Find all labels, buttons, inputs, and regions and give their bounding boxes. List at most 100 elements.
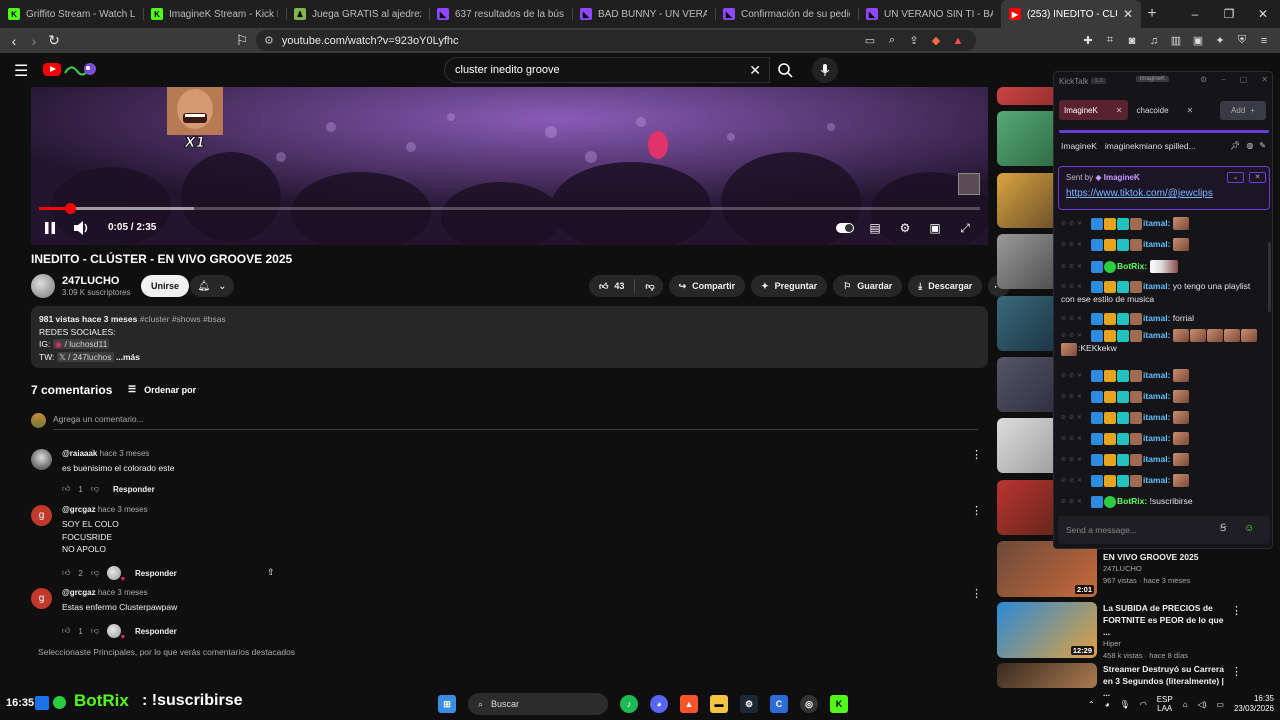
clock-date[interactable]: 16:35 23/03/2026 [1234, 694, 1274, 714]
mod-actions-icon[interactable]: ⊘⊘✕ [1061, 391, 1091, 403]
like-button[interactable]: 👍︎ 43 [599, 281, 624, 292]
minimize-icon[interactable]: – [1221, 75, 1225, 84]
chat-username[interactable]: BotRix: [1117, 261, 1147, 271]
thumbs-down-icon[interactable]: 👎︎ [91, 568, 99, 578]
chat-input[interactable]: Send a message... Ꞩ ☺ [1058, 516, 1270, 544]
unpin-icon[interactable]: ✎ [1259, 141, 1266, 150]
settings-icon[interactable]: ⚙ [1200, 75, 1207, 84]
show-more-link[interactable]: ...más [116, 352, 140, 362]
discord-tray-icon[interactable]: ◕ [1105, 700, 1110, 709]
scrubber-handle[interactable] [65, 203, 77, 214]
extension-icon[interactable]: ◆ [928, 34, 944, 47]
taskbar-search[interactable]: ⌕ Buscar [468, 693, 608, 715]
cast-icon[interactable]: ▭ [862, 34, 878, 47]
search-button[interactable] [770, 57, 800, 83]
recommendation-info[interactable]: La SUBIDA de PRECIOS de FORTNITE es PEOR… [1103, 602, 1228, 662]
browser-tab[interactable]: ◣ 637 resultados de la búsqueda [429, 0, 572, 28]
autoplay-toggle[interactable] [836, 219, 854, 237]
sidebar-icon[interactable]: ▥ [1168, 34, 1184, 47]
settings-icon[interactable]: ⚙ [896, 219, 914, 237]
search-icon[interactable]: ⌕ [884, 34, 900, 47]
tiktok-link[interactable]: https://www.tiktok.com/@jewclips [1066, 188, 1213, 199]
reload-icon[interactable]: ↻ [44, 32, 64, 49]
language-indicator[interactable]: ESP LAA [1157, 695, 1173, 713]
instagram-link[interactable]: ◉ / luchosd11 [52, 339, 110, 349]
mod-actions-icon[interactable]: ⊘⊘✕ [1061, 313, 1091, 325]
clear-search-icon[interactable]: ✕ [749, 62, 761, 79]
thumbs-up-icon[interactable]: 👍︎ [62, 626, 70, 636]
maximize-icon[interactable]: ▢ [1240, 75, 1248, 84]
puzzle-icon[interactable]: ✚ [1080, 34, 1096, 47]
twitter-link[interactable]: 𝕏 / 247luchos [56, 351, 114, 362]
browser-tab[interactable]: ◣ UN VERANO SIN TI - BAD B [858, 0, 1001, 28]
discord-icon[interactable]: ◕ [650, 695, 668, 713]
kicktalk-tab[interactable]: chacoide ✕ [1132, 100, 1199, 120]
user-icon[interactable]: ◍ [1246, 141, 1253, 150]
brave-rewards-icon[interactable]: ▲ [950, 35, 966, 47]
reply-button[interactable]: Responder [135, 569, 177, 578]
recommendation-more-icon[interactable]: ⋮ [1231, 665, 1242, 678]
channel-name[interactable]: 247LUCHO [62, 275, 119, 287]
chat-username[interactable]: itamal: [1143, 433, 1170, 443]
thumbs-down-icon[interactable]: 👎︎ [91, 484, 99, 494]
browser-tab[interactable]: K Griffito Stream - Watch Live on [0, 0, 143, 28]
browser-tab[interactable]: ◣ BAD BUNNY - UN VERANO [572, 0, 715, 28]
channel-avatar[interactable] [31, 274, 55, 298]
add-comment-input[interactable]: Agrega un comentario... [53, 414, 144, 424]
ai-icon[interactable]: ✦ [1212, 34, 1228, 47]
chevron-up-icon[interactable]: ⌃ [1088, 700, 1095, 709]
maximize-icon[interactable]: ❐ [1212, 7, 1246, 21]
comment-more-icon[interactable]: ⋮ [971, 448, 982, 461]
close-tab-icon[interactable]: ✕ [1116, 106, 1123, 115]
recommendation-thumbnail[interactable] [997, 663, 1097, 688]
wifi-icon[interactable]: ◠ [1140, 700, 1147, 709]
kicktalk-tab[interactable]: ImagineK ✕ [1059, 100, 1128, 120]
mod-actions-icon[interactable]: ⊘⊘✕ [1061, 433, 1091, 445]
mod-actions-icon[interactable]: ⊘⊘✕ [1061, 261, 1091, 273]
close-tab-icon[interactable]: ✕ [1187, 106, 1194, 115]
extension-icon[interactable]: ⌗ [1102, 34, 1118, 47]
commenter-avatar[interactable]: g [31, 588, 52, 609]
obs-icon[interactable]: ◎ [800, 695, 818, 713]
battery-icon[interactable]: ▭ [1216, 700, 1224, 709]
chat-username[interactable]: itamal: [1143, 391, 1170, 401]
site-info-icon[interactable]: ⚙ [264, 34, 274, 47]
reply-button[interactable]: Responder [113, 485, 155, 494]
menu-icon[interactable]: ☰ [14, 61, 28, 81]
recommendation-more-icon[interactable]: ⋮ [1231, 604, 1242, 617]
pause-icon[interactable] [43, 221, 57, 235]
thumbs-down-icon[interactable]: 👎︎ [91, 626, 99, 636]
wallet-icon[interactable]: ▣ [1190, 34, 1206, 47]
mod-actions-icon[interactable]: ⊘⊘✕ [1061, 239, 1091, 251]
recommendation-info[interactable]: EN VIVO GROOVE 2025 247LUCHO 967 vistas · … [1103, 551, 1228, 587]
browser-tab[interactable]: K ImagineK Stream - Kick Da [143, 0, 286, 28]
notifications-button[interactable]: 🔔︎ ⌄ [190, 275, 234, 297]
add-channel-button[interactable]: Add + [1220, 101, 1266, 120]
comment-age[interactable]: hace 3 meses [98, 588, 148, 597]
brave-icon[interactable]: ▲ [680, 695, 698, 713]
recommendation-thumbnail[interactable]: 2:01 [997, 541, 1097, 597]
mod-actions-icon[interactable]: ⊘⊘✕ [1061, 330, 1091, 342]
download-button[interactable]: ⤓ Descargar [908, 275, 983, 297]
recommendation-thumbnail[interactable]: 12:29 [997, 602, 1097, 658]
commenter-avatar[interactable]: g [31, 505, 52, 526]
comment-author[interactable]: @grcgaz [62, 588, 96, 597]
search-input[interactable]: cluster inedito groove ✕ [444, 57, 770, 83]
chat-scrollbar[interactable] [1268, 242, 1271, 312]
emote-picker-icon[interactable]: ☺ [1244, 523, 1254, 534]
mod-actions-icon[interactable]: ⊘⊘✕ [1061, 370, 1091, 382]
pin-icon[interactable]: 📌︎ [1230, 141, 1240, 150]
windows-start-icon[interactable]: ⊞ [438, 695, 456, 713]
fullscreen-icon[interactable]: ⤢ [956, 219, 974, 237]
subtitles-icon[interactable]: ▤ [866, 219, 884, 237]
steam-icon[interactable]: ⚙ [740, 695, 758, 713]
comment-more-icon[interactable]: ⋮ [971, 587, 982, 600]
ask-button[interactable]: ✦ Preguntar [751, 275, 828, 297]
video-player[interactable]: X1 0:05 / 2:35 ▤ ⚙ ▣ ⤢ [31, 87, 988, 245]
kick-icon[interactable]: K [830, 695, 848, 713]
back-icon[interactable]: ‹ [4, 33, 24, 49]
camera-icon[interactable]: ◙ [1124, 35, 1140, 47]
browser-tab[interactable]: ◣ Confirmación de su pedido • N [715, 0, 858, 28]
join-button[interactable]: Unirse [141, 275, 190, 297]
doodle-logo-icon[interactable] [63, 61, 97, 78]
